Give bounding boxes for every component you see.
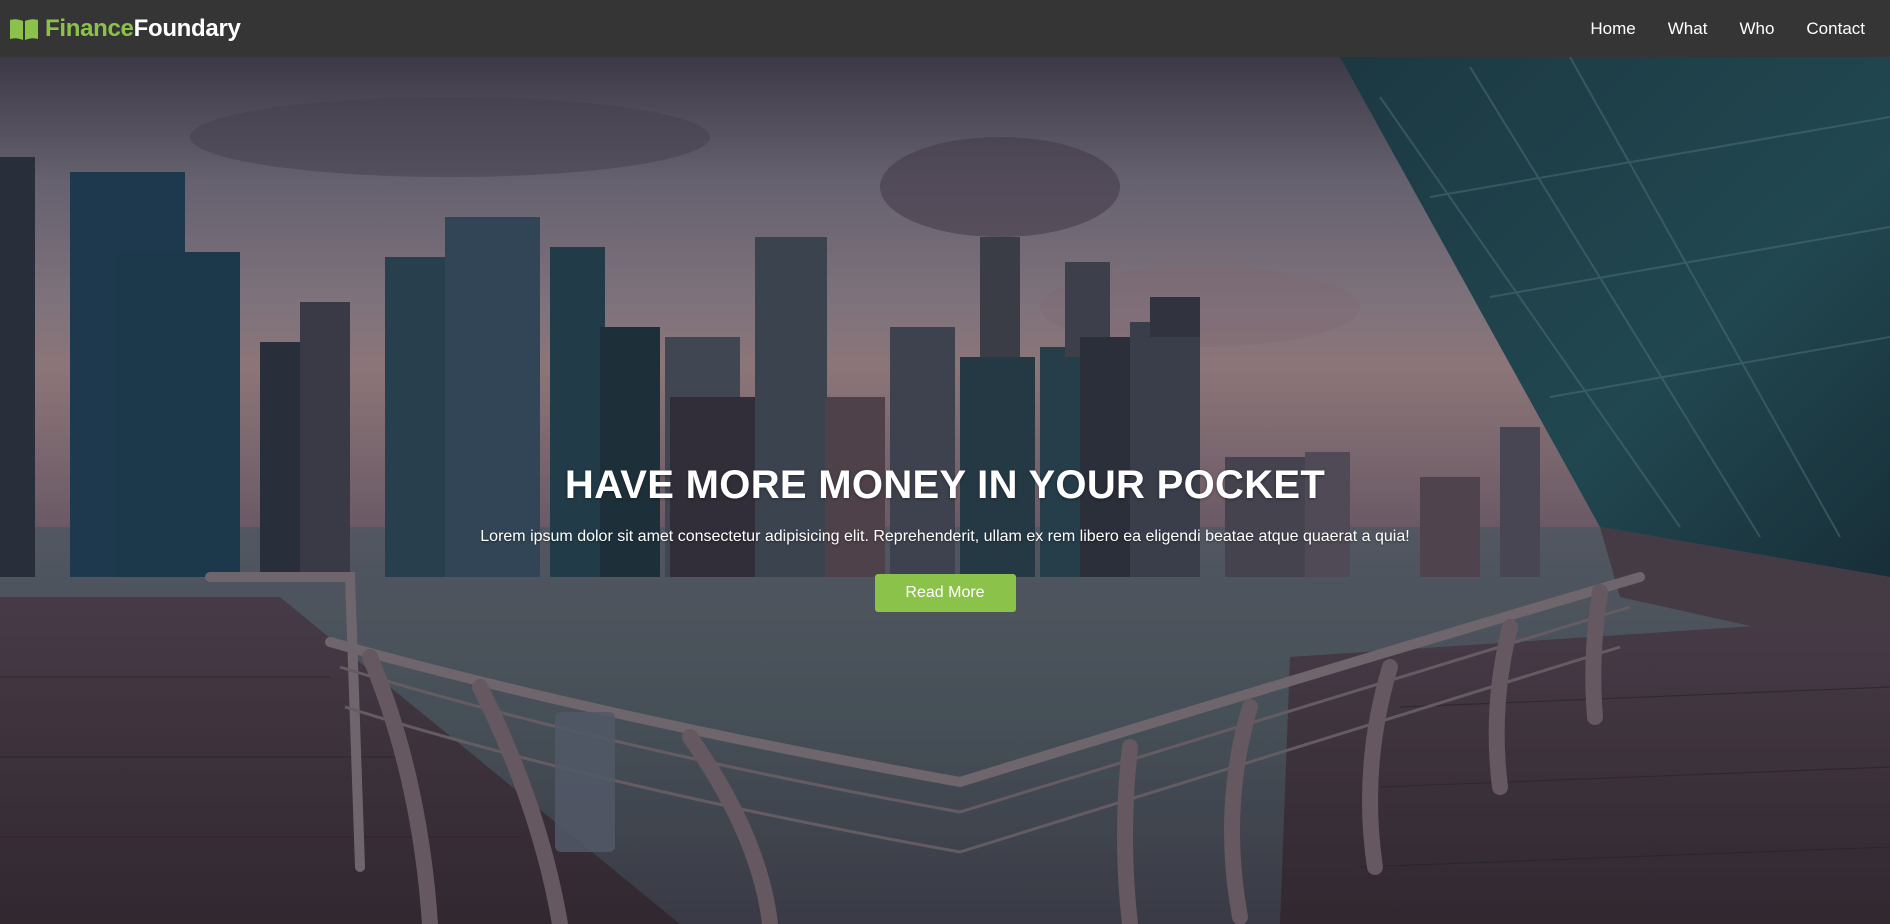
- nav-contact-link[interactable]: Contact: [1806, 19, 1865, 39]
- brand-name-foundary: Foundary: [133, 14, 241, 42]
- nav-what-link[interactable]: What: [1668, 19, 1708, 39]
- read-more-button[interactable]: Read More: [874, 573, 1016, 612]
- brand-name-finance: Finance: [45, 14, 134, 42]
- brand-name: FinanceFoundary: [45, 15, 241, 43]
- nav-who-link[interactable]: Who: [1739, 19, 1774, 39]
- hero-title: HAVE MORE MONEY IN YOUR POCKET: [564, 463, 1326, 507]
- nav-home-link[interactable]: Home: [1590, 19, 1635, 39]
- open-book-icon: [10, 18, 38, 40]
- hero-section: HAVE MORE MONEY IN YOUR POCKET Lorem ips…: [0, 57, 1890, 924]
- hero-content: HAVE MORE MONEY IN YOUR POCKET Lorem ips…: [0, 461, 1890, 612]
- hero-subtitle: Lorem ipsum dolor sit amet consectetur a…: [480, 528, 1410, 545]
- main-nav: Home What Who Contact: [1590, 19, 1865, 39]
- brand-logo-link[interactable]: FinanceFoundary: [9, 15, 241, 43]
- navbar: FinanceFoundary Home What Who Contact: [0, 0, 1890, 57]
